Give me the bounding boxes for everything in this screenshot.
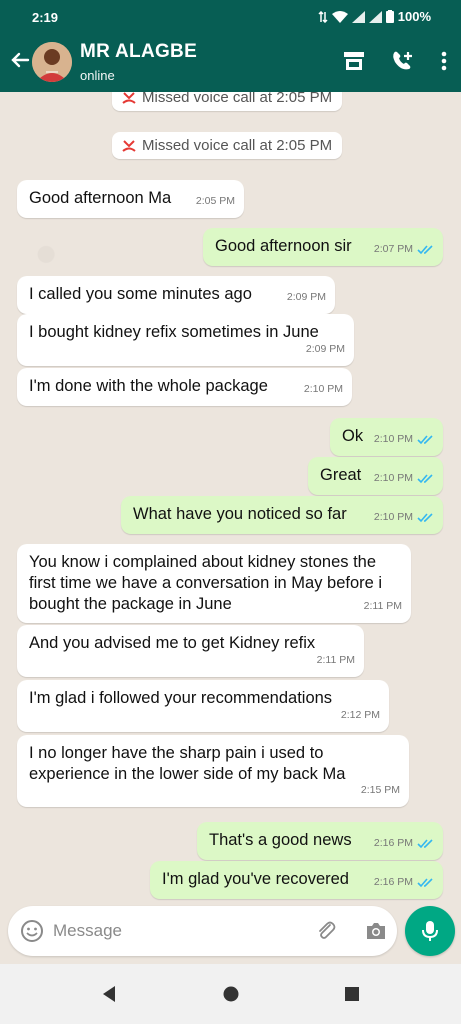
message-incoming[interactable]: I bought kidney refix sometimes in June … [17,314,354,366]
message-time: 2:10 PM [303,383,343,395]
system-nav-bar [0,964,461,1024]
status-bar: 2:19 100% [0,0,461,34]
message-text: Ok [342,427,364,445]
read-ticks-icon [417,474,433,484]
missed-call-icon [122,92,136,104]
message-meta: 2:11 PM [317,650,355,671]
message-outgoing[interactable]: That's a good news 2:16 PM [197,822,443,860]
message-outgoing[interactable]: I'm glad you've recovered 2:16 PM [150,861,443,899]
message-text: I bought kidney refix sometimes in June [29,323,319,341]
message-text: Great [320,466,362,484]
message-time: 2:11 PM [363,600,402,612]
message-incoming[interactable]: You know i complained about kidney stone… [17,544,411,623]
camera-icon[interactable] [364,919,388,943]
message-incoming[interactable]: And you advised me to get Kidney refix 2… [17,625,364,677]
add-call-icon[interactable] [391,50,415,72]
message-incoming[interactable]: I called you some minutes ago 2:09 PM [17,276,335,314]
message-meta: 2:10 PM [374,468,434,489]
message-text: Good afternoon sir [215,237,352,255]
read-ticks-icon [417,839,433,849]
message-meta: 2:07 PM [374,239,434,260]
back-nav-icon[interactable] [99,984,119,1004]
message-incoming[interactable]: I'm done with the whole package 2:10 PM [17,368,352,406]
emoji-icon[interactable] [20,919,44,943]
message-text: I'm done with the whole package [29,377,268,395]
chat-header: MR ALAGBE online [0,34,461,92]
message-text: And you advised me to get Kidney refix [29,634,316,652]
mic-button[interactable] [405,906,455,956]
avatar[interactable] [32,42,72,82]
attach-icon[interactable] [314,919,338,943]
message-outgoing[interactable]: Good afternoon sir 2:07 PM [203,228,443,266]
message-text: You know i complained about kidney stone… [29,553,383,613]
chat-area[interactable]: Missed voice call at 2:05 PM Missed voic… [0,92,461,904]
status-icons: 100% [318,9,431,24]
message-outgoing[interactable]: Great 2:10 PM [308,457,443,495]
message-meta: 2:15 PM [361,780,400,801]
message-text: That's a good news [209,831,352,849]
message-outgoing[interactable]: What have you noticed so far 2:10 PM [121,496,443,534]
message-meta: 2:16 PM [374,833,434,854]
data-arrows-icon [318,10,328,23]
message-meta: 2:09 PM [287,287,326,308]
message-composer[interactable]: Message [8,906,397,956]
message-meta: 2:05 PM [196,191,235,212]
message-time: 2:10 PM [373,433,413,445]
message-meta: 2:10 PM [374,507,434,528]
home-nav-icon[interactable] [221,984,241,1004]
read-ticks-icon [417,878,433,888]
message-time: 2:15 PM [360,784,400,796]
signal-icon [351,10,365,23]
message-meta: 2:16 PM [374,872,434,893]
message-meta: 2:10 PM [374,429,434,450]
recents-nav-icon[interactable] [342,984,362,1004]
status-time: 2:19 [32,10,59,25]
message-incoming[interactable]: I'm glad i followed your recommendations… [17,680,389,732]
signal-icon [368,10,382,23]
message-time: 2:05 PM [195,195,235,207]
read-ticks-icon [417,513,433,523]
message-time: 2:16 PM [373,837,413,849]
message-text: I no longer have the sharp pain i used t… [29,744,346,783]
missed-call-text: Missed voice call at 2:05 PM [142,137,333,154]
contact-status: online [80,68,115,83]
message-time: 2:09 PM [305,343,345,355]
missed-call-icon [122,139,136,152]
avatar-image [32,42,72,82]
message-time: 2:10 PM [373,511,413,523]
missed-call-text: Missed voice call at 2:05 PM [142,92,333,106]
battery-level: 100% [397,9,431,24]
message-meta: 2:10 PM [304,379,343,400]
message-time: 2:09 PM [286,291,326,303]
mic-icon [422,921,438,941]
missed-call-notice: Missed voice call at 2:05 PM [112,132,343,159]
message-text: I called you some minutes ago [29,285,252,303]
message-incoming[interactable]: I no longer have the sharp pain i used t… [17,735,409,807]
message-meta: 2:09 PM [306,339,345,360]
contact-name[interactable]: MR ALAGBE [80,41,197,63]
message-text: I'm glad i followed your recommendations [29,689,333,707]
message-time: 2:10 PM [373,472,413,484]
missed-call-notice: Missed voice call at 2:05 PM [112,92,343,111]
message-meta: 2:11 PM [364,596,402,617]
message-time: 2:07 PM [373,243,413,255]
message-text: Good afternoon Ma [29,189,172,207]
message-text: I'm glad you've recovered [162,870,349,888]
message-time: 2:16 PM [373,876,413,888]
back-arrow-icon[interactable] [8,48,32,72]
message-time: 2:11 PM [316,654,355,666]
header-actions [343,50,447,72]
message-input[interactable]: Message [53,921,122,941]
message-meta: 2:12 PM [341,705,380,726]
message-text: What have you noticed so far [133,505,347,523]
shop-icon[interactable] [343,51,365,71]
read-ticks-icon [417,245,433,255]
battery-icon [385,10,394,23]
message-time: 2:12 PM [340,709,380,721]
wifi-icon [331,10,348,23]
more-options-icon[interactable] [441,51,447,71]
message-outgoing[interactable]: Ok 2:10 PM [330,418,443,456]
message-incoming[interactable]: Good afternoon Ma 2:05 PM [17,180,244,218]
read-ticks-icon [417,435,433,445]
